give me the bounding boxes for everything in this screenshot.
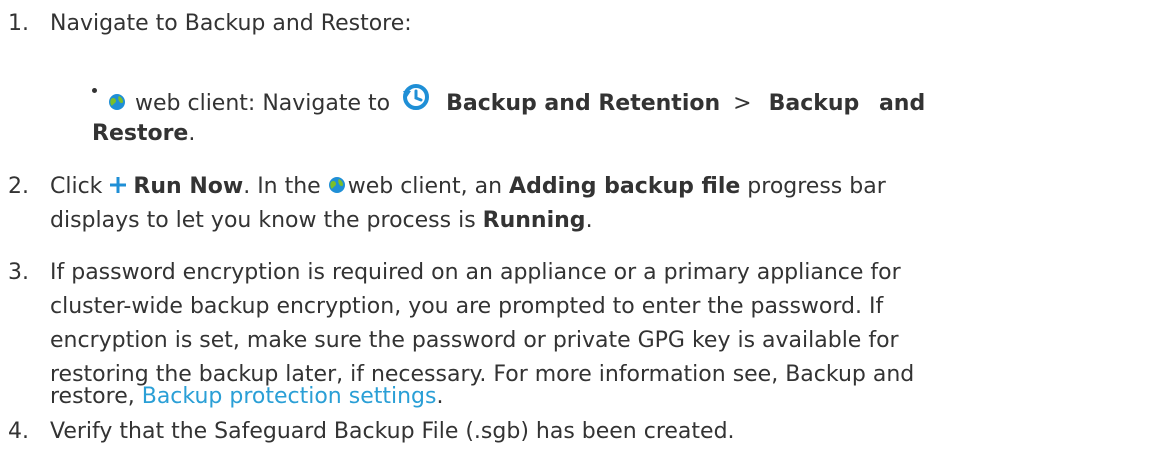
globe-icon [109, 94, 125, 110]
separator: > [733, 91, 752, 116]
bullet-item [92, 80, 107, 114]
plus-icon [110, 177, 127, 193]
period: . [585, 208, 593, 233]
bullet-dot [92, 88, 97, 93]
step-3-line-2: cluster-wide backup encryption, you are … [50, 290, 883, 324]
step-4-text: Verify that the Safeguard Backup File (.… [50, 415, 735, 449]
document: 1. Navigate to Backup and Restore: web c… [0, 0, 1160, 450]
period: . [436, 384, 444, 409]
backup-protection-settings-link[interactable]: Backup protection settings [142, 384, 437, 409]
bullet-client-label: web client: Navigate to [135, 91, 391, 116]
step-2-text-b: web client, an [347, 174, 503, 199]
step-3-line-1: If password encryption is required on an… [50, 256, 901, 290]
backup-retention-label: Backup and Retention [446, 91, 721, 116]
step-1: 1. [8, 7, 38, 41]
step-2: 2. [8, 170, 38, 204]
step-3: 3. [8, 256, 38, 290]
history-icon [403, 84, 430, 110]
run-now-label: Run Now [133, 174, 244, 199]
step-3-text-1: If password encryption is required on an… [50, 260, 901, 285]
step-1-label: Navigate to Backup and Restore: [50, 11, 412, 36]
step-3-line-3: encryption is set, make sure the passwor… [50, 324, 899, 358]
step-3-text-5: restore, [50, 384, 135, 409]
step-2-text-c: progress bar [747, 174, 886, 199]
running-label: Running [482, 208, 586, 233]
step-number: 4. [8, 419, 29, 444]
step-4-label: Verify that the Safeguard Backup File (.… [50, 419, 735, 444]
click-label: Click [50, 174, 103, 199]
step-3-text-3: encryption is set, make sure the passwor… [50, 328, 899, 353]
step-4: 4. [8, 415, 38, 449]
step-2-line-2: displays to let you know the process is … [50, 204, 593, 238]
step-2-line-2-text: displays to let you know the process is [50, 208, 476, 233]
step-number: 2. [8, 174, 29, 199]
step-1-text: Navigate to Backup and Restore: [50, 7, 412, 41]
bullet-line-1: web client: Navigate to Backup and Reten… [108, 82, 925, 121]
step-number: 1. [8, 11, 29, 36]
step-2-text-a: . In the [243, 174, 321, 199]
bullet-line-2: Restore. [92, 117, 195, 151]
globe-icon [328, 177, 345, 193]
backup-restore-label-part1: Backup and [768, 91, 926, 116]
step-3-text-2: cluster-wide backup encryption, you are … [50, 294, 884, 319]
adding-backup-file-label: Adding backup file [509, 174, 741, 199]
step-3-line-5: restore, Backup protection settings. [50, 380, 443, 414]
step-number: 3. [8, 260, 29, 285]
period: . [188, 121, 196, 146]
step-2-line-1: Click Run Now. In the web client, an Add… [50, 170, 886, 204]
backup-restore-label-part2: Restore [92, 121, 189, 146]
